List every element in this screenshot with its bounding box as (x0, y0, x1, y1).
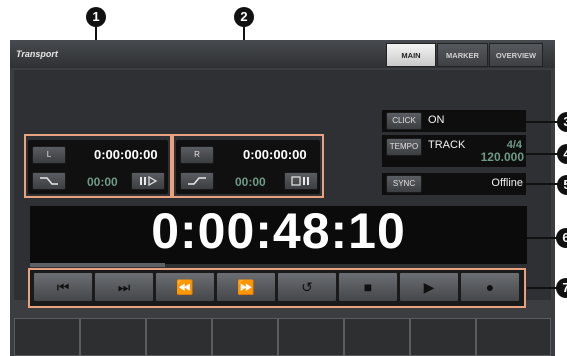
callout-1: 1 (86, 7, 106, 27)
locate-left-button[interactable] (131, 172, 165, 190)
fast-forward-icon: ⏩ (237, 279, 255, 295)
callout-3: 3 (557, 112, 567, 132)
go-to-end-icon: ⏭ (117, 279, 131, 295)
strip-cell[interactable] (80, 318, 146, 356)
strip-cell[interactable] (14, 318, 80, 356)
callout-3-line (526, 121, 558, 123)
tempo-bpm: 120.000 (480, 150, 524, 164)
rewind-icon: ⏪ (176, 279, 194, 295)
callout-2: 2 (234, 7, 254, 27)
strip-cell[interactable] (476, 318, 551, 356)
strip-cell[interactable] (410, 318, 476, 356)
tempo-button[interactable]: TEMPO (386, 138, 422, 156)
strip-cell[interactable] (212, 318, 278, 356)
tab-marker[interactable]: MARKER (437, 43, 488, 67)
callout-6-line (527, 237, 557, 239)
play-icon: ▶ (423, 279, 435, 295)
fade-in-icon (188, 177, 206, 185)
fast-forward-button[interactable]: ⏩ (216, 272, 276, 302)
left-locator-subtime: 00:00 (87, 175, 118, 189)
locate-right-button[interactable] (284, 172, 318, 190)
click-value: ON (428, 114, 445, 126)
tab-main[interactable]: MAIN (386, 43, 436, 67)
callout-5: 5 (557, 175, 567, 195)
go-to-start-icon: ⏮ (56, 279, 70, 295)
left-locator-button[interactable]: L (32, 146, 66, 164)
fade-out-icon (40, 177, 58, 185)
cycle-button[interactable]: ↺ (277, 272, 337, 302)
position-progress[interactable] (30, 263, 165, 267)
tab-overview[interactable]: OVERVIEW (489, 43, 543, 67)
strip-cell[interactable] (278, 318, 344, 356)
right-locator-subtime: 00:00 (235, 175, 266, 189)
strip-cell[interactable] (146, 318, 212, 356)
go-to-start-button[interactable]: ⏮ (33, 272, 93, 302)
record-icon: ● (485, 279, 495, 295)
tempo-track: TRACK (428, 139, 466, 151)
position-time: 0:00:48:10 (151, 203, 406, 259)
stop-button[interactable]: ■ (338, 272, 398, 302)
fade-out-button[interactable] (32, 172, 66, 190)
callout-7-line (527, 287, 557, 289)
go-to-end-button[interactable]: ⏭ (94, 272, 154, 302)
panel-title: Transport (16, 49, 58, 59)
callout-6: 6 (556, 228, 567, 248)
fade-in-button[interactable] (180, 172, 214, 190)
sync-button[interactable]: SYNC (386, 175, 422, 193)
play-button[interactable]: ▶ (399, 272, 459, 302)
callout-4-line (526, 153, 558, 155)
right-locator-time: 0:00:00:00 (243, 147, 307, 162)
cycle-icon: ↺ (301, 279, 313, 295)
callout-4: 4 (557, 144, 567, 164)
callout-5-line (526, 183, 558, 185)
right-locator-button[interactable]: R (180, 146, 214, 164)
sync-status: Offline (491, 177, 523, 189)
record-button[interactable]: ● (460, 272, 520, 302)
click-button[interactable]: CLICK (386, 112, 422, 130)
play-from-left-icon (140, 175, 158, 187)
left-locator-time: 0:00:00:00 (94, 147, 158, 162)
callout-7: 7 (556, 278, 567, 298)
stop-icon: ■ (363, 279, 373, 295)
strip-cell[interactable] (344, 318, 410, 356)
rewind-button[interactable]: ⏪ (155, 272, 215, 302)
play-to-right-icon (291, 176, 309, 186)
